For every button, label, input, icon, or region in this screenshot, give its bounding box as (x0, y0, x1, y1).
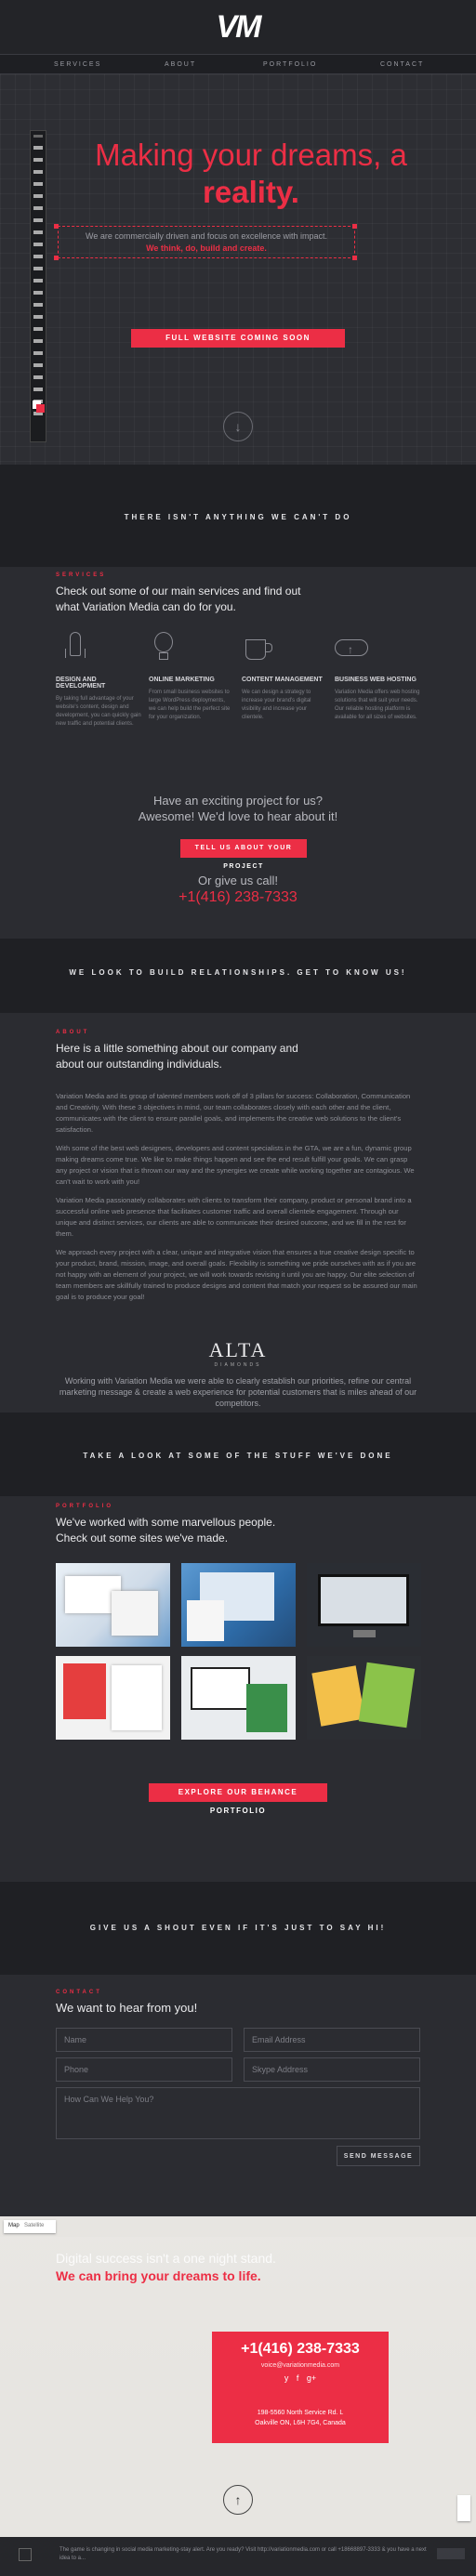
lightbulb-icon (154, 632, 173, 664)
tool-palette (30, 130, 46, 442)
services-eyebrow: SERVICES (56, 572, 107, 578)
behance-portfolio-button[interactable]: EXPLORE OUR BEHANCE PORTFOLIO (149, 1783, 327, 1815)
band-shout: GIVE US A SHOUT EVEN IF IT'S JUST TO SAY… (0, 1882, 476, 1975)
about-heading: Here is a little something about our com… (56, 1042, 298, 1071)
portfolio-thumb-4[interactable] (56, 1656, 170, 1740)
map-overlay-text1: Digital success isn't a one night stand. (56, 2251, 276, 2266)
service-marketing: ONLINE MARKETING From small business web… (149, 632, 231, 722)
project-phone[interactable]: +1(416) 238-7333 (0, 889, 476, 906)
twitter-icon[interactable]: y (284, 2373, 289, 2383)
hero-tagline: We think, do, build and create. (146, 243, 267, 253)
skype-field[interactable]: Skype Address (244, 2057, 420, 2082)
hero-title-line2: reality. (203, 175, 299, 209)
portfolio-thumb-5[interactable] (181, 1656, 296, 1740)
hero-title-line1: Making your dreams, a (95, 138, 407, 172)
facebook-icon[interactable]: f (297, 2373, 299, 2383)
project-or: Or give us call! (198, 874, 278, 887)
header: VM (0, 0, 476, 54)
service-text: By taking full advantage of your website… (56, 696, 141, 727)
nav-contact[interactable]: CONTACT (380, 61, 424, 68)
message-field[interactable]: How Can We Help You? (56, 2087, 420, 2139)
map-overlay-text2: We can bring your dreams to life. (56, 2268, 261, 2283)
about-paragraph: Variation Media passionately collaborate… (56, 1196, 412, 1238)
band-work-text: TAKE A LOOK AT SOME OF THE STUFF WE'VE D… (83, 1452, 393, 1460)
alta-logo-sub: DIAMONDS (214, 1362, 262, 1368)
nav-portfolio[interactable]: PORTFOLIO (263, 61, 317, 68)
service-title: ONLINE MARKETING (149, 677, 215, 683)
about-paragraph: Variation Media and its group of talente… (56, 1092, 411, 1134)
testimonial-text: Working with Variation Media we were abl… (59, 1376, 417, 1408)
service-hosting: ↑ BUSINESS WEB HOSTING Variation Media o… (335, 632, 420, 722)
card-email[interactable]: voice@variationmedia.com (212, 2362, 389, 2369)
map-type-control: Map Satellite (4, 2220, 56, 2233)
rocket-icon (63, 632, 87, 664)
scroll-down-icon[interactable]: ↓ (223, 412, 253, 441)
tell-us-button[interactable]: TELL US ABOUT YOUR PROJECT (180, 839, 307, 870)
coffee-cup-icon (245, 632, 273, 664)
service-title: DESIGN AND DEVELOPMENT (56, 677, 106, 690)
main-nav: SERVICES ABOUT PORTFOLIO CONTACT (0, 54, 476, 74)
nav-services[interactable]: SERVICES (54, 61, 101, 68)
card-address2: Oakville ON, L6H 7G4, Canada (255, 2420, 346, 2426)
social-links: y f g+ (212, 2373, 389, 2383)
background-color-icon[interactable] (36, 404, 45, 413)
portfolio-eyebrow: PORTFOLIO (56, 1504, 113, 1509)
service-content: CONTENT MANAGEMENT We can design a strat… (242, 632, 324, 722)
logo[interactable]: VM (205, 9, 271, 46)
band-relationships-text: WE LOOK TO BUILD RELATIONSHIPS. GET TO K… (69, 968, 407, 977)
googleplus-icon[interactable]: g+ (307, 2373, 316, 2383)
band-capabilities-text: THERE ISN'T ANYTHING WE CAN'T DO (124, 513, 352, 521)
phone-field[interactable]: Phone (56, 2057, 232, 2082)
service-text: Variation Media offers web hosting solut… (335, 690, 420, 720)
about-section: ABOUT Here is a little something about o… (0, 1013, 476, 1413)
contact-eyebrow: CONTACT (56, 1990, 102, 1995)
service-text: From small business websites to large Wo… (149, 690, 231, 720)
portfolio-heading: We've worked with some marvellous people… (56, 1516, 276, 1544)
band-shout-text: GIVE US A SHOUT EVEN IF IT'S JUST TO SAY… (89, 1924, 387, 1932)
hero-section: Making your dreams, a reality. We are co… (0, 74, 476, 465)
about-paragraph: With some of the best web designers, dev… (56, 1144, 415, 1186)
services-section: SERVICES Check out some of our main serv… (0, 567, 476, 939)
email-field[interactable]: Email Address (244, 2028, 420, 2052)
footer-badge[interactable] (437, 2548, 465, 2559)
portfolio-thumb-1[interactable] (56, 1563, 170, 1647)
nav-about[interactable]: ABOUT (165, 61, 196, 68)
coming-soon-button[interactable]: FULL WEBSITE COMING SOON (131, 329, 345, 348)
back-to-top-icon[interactable]: ↑ (223, 2485, 253, 2515)
services-heading: Check out some of our main services and … (56, 585, 301, 613)
tool-icons[interactable] (33, 142, 43, 421)
back-to-top-area: ↑ (0, 2463, 476, 2537)
footer: The game is changing in social media mar… (0, 2537, 476, 2576)
satellite-tab[interactable]: Satellite (24, 2223, 44, 2228)
band-capabilities: THERE ISN'T ANYTHING WE CAN'T DO (0, 465, 476, 567)
send-message-button[interactable]: SEND MESSAGE (337, 2146, 420, 2166)
portfolio-section: PORTFOLIO We've worked with some marvell… (0, 1496, 476, 1882)
portfolio-thumb-6[interactable] (307, 1656, 421, 1740)
map-tab[interactable]: Map (8, 2223, 20, 2228)
contact-card: +1(416) 238-7333 voice@variationmedia.co… (212, 2332, 389, 2443)
card-phone[interactable]: +1(416) 238-7333 (212, 2341, 389, 2358)
footer-logo[interactable] (19, 2548, 32, 2561)
card-address1: 198-5560 North Service Rd. L (257, 2410, 344, 2416)
alta-logo: ALTA (208, 1338, 268, 1361)
contact-heading: We want to hear from you! (56, 2001, 198, 2015)
portfolio-thumb-3[interactable] (307, 1563, 421, 1647)
band-work: TAKE A LOOK AT SOME OF THE STUFF WE'VE D… (0, 1413, 476, 1496)
service-title: CONTENT MANAGEMENT (242, 677, 323, 683)
name-field[interactable]: Name (56, 2028, 232, 2052)
portfolio-thumb-2[interactable] (181, 1563, 296, 1647)
hero-subtitle: We are commercially driven and focus on … (86, 231, 327, 241)
service-text: We can design a strategy to increase you… (242, 690, 311, 720)
contact-section: CONTACT We want to hear from you! Name E… (0, 1975, 476, 2216)
project-line2: Awesome! We'd love to hear about it! (138, 809, 338, 823)
service-title: BUSINESS WEB HOSTING (335, 677, 416, 683)
footer-text: The game is changing in social media mar… (60, 2547, 427, 2561)
about-paragraph: We approach every project with a clear, … (56, 1248, 417, 1301)
band-relationships: WE LOOK TO BUILD RELATIONSHIPS. GET TO K… (0, 939, 476, 1013)
service-design: DESIGN AND DEVELOPMENT By taking full ad… (56, 632, 141, 729)
project-line1: Have an exciting project for us? (152, 794, 324, 808)
cloud-upload-icon: ↑ (335, 632, 368, 664)
about-eyebrow: ABOUT (56, 1030, 90, 1035)
